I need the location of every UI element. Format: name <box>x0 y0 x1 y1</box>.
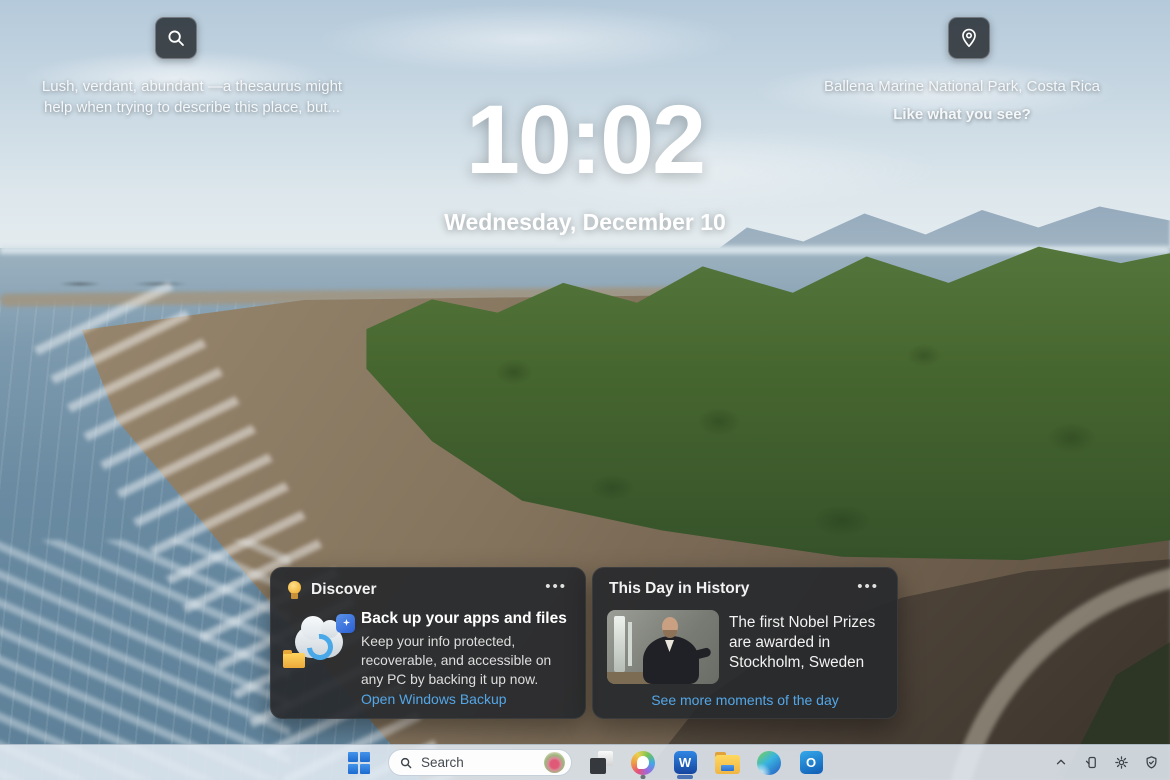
history-card-title: This Day in History <box>609 580 749 598</box>
task-view-button[interactable] <box>582 745 620 780</box>
show-hidden-icons-button[interactable] <box>1052 753 1070 771</box>
security-tray-button[interactable] <box>1142 753 1160 771</box>
phone-link-tray-button[interactable] <box>1082 753 1100 771</box>
discover-body: Keep your info protected, recoverable, a… <box>361 632 575 689</box>
history-card-header: This Day in History <box>609 580 749 598</box>
lightbulb-icon <box>287 580 302 600</box>
see-more-moments-link[interactable]: See more moments of the day <box>593 692 897 708</box>
clock-date: Wednesday, December 10 <box>0 209 1170 236</box>
file-explorer-icon <box>715 755 740 774</box>
spotlight-location-button[interactable] <box>948 17 990 59</box>
chevron-up-icon <box>1054 755 1068 769</box>
windows-start-icon <box>348 752 370 774</box>
discover-card-header: Discover <box>287 580 376 600</box>
outlook-button[interactable]: O <box>792 745 830 780</box>
lock-screen: Lush, verdant, abundant —a thesaurus mig… <box>0 0 1170 780</box>
location-pin-icon <box>958 27 980 49</box>
discover-card-menu-button[interactable]: ••• <box>541 574 571 599</box>
system-tray <box>1052 744 1160 780</box>
file-explorer-button[interactable] <box>708 745 746 780</box>
gear-icon <box>1114 755 1129 770</box>
history-image <box>607 610 719 684</box>
spotlight-fact-button[interactable] <box>155 17 197 59</box>
word-icon: W <box>674 751 697 774</box>
edge-button[interactable] <box>750 745 788 780</box>
discover-card: Discover ••• Back up your apps and files… <box>270 567 586 719</box>
running-indicator <box>641 775 646 779</box>
copilot-button[interactable] <box>624 745 662 780</box>
start-button[interactable] <box>340 745 378 780</box>
history-headline: The first Nobel Prizes are awarded in St… <box>729 613 887 673</box>
history-card-menu-button[interactable]: ••• <box>853 574 883 599</box>
history-card: This Day in History ••• The first Nobel … <box>592 567 898 719</box>
active-indicator <box>677 775 693 779</box>
outlook-icon: O <box>800 751 823 774</box>
clock-time: 10:02 <box>0 84 1170 196</box>
discover-card-content: Back up your apps and files Keep your in… <box>361 610 575 689</box>
word-button[interactable]: W <box>666 745 704 780</box>
shield-check-icon <box>1144 755 1159 770</box>
discover-headline: Back up your apps and files <box>361 610 575 628</box>
search-icon <box>165 27 187 49</box>
task-view-icon <box>590 751 613 774</box>
windows-backup-icon <box>283 614 357 676</box>
taskbar: Search W O <box>0 744 1170 780</box>
copilot-icon <box>631 751 655 775</box>
phone-link-icon <box>1084 755 1099 770</box>
open-windows-backup-link[interactable]: Open Windows Backup <box>361 691 507 707</box>
search-label: Search <box>421 755 544 770</box>
taskbar-search-box[interactable]: Search <box>388 749 572 776</box>
search-icon <box>399 756 413 770</box>
settings-tray-button[interactable] <box>1112 753 1130 771</box>
search-highlight-thumbnail[interactable] <box>544 752 565 773</box>
wallpaper-horizon <box>0 246 1170 254</box>
edge-icon <box>757 751 781 775</box>
discover-card-title: Discover <box>311 581 376 599</box>
